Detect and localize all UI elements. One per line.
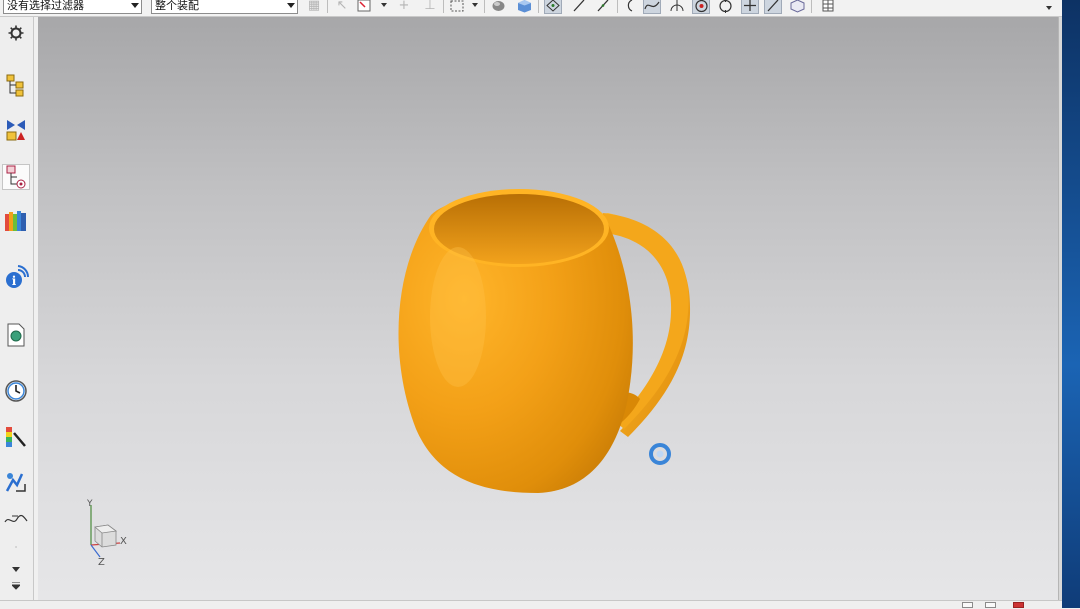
process-studio-icon[interactable] — [3, 469, 29, 495]
line-icon[interactable] — [594, 0, 612, 14]
circle-icon[interactable] — [716, 0, 734, 14]
arc-icon[interactable] — [621, 0, 639, 14]
normal-icon[interactable] — [668, 0, 686, 14]
toolbar-divider — [484, 0, 485, 13]
mug-model[interactable] — [38, 17, 1058, 600]
part-navigator-icon[interactable] — [2, 164, 30, 190]
chevron-down-icon — [131, 3, 139, 8]
plus-icon[interactable] — [741, 0, 759, 14]
status-icon[interactable] — [1013, 602, 1024, 608]
add-icon[interactable]: ⊥ — [421, 0, 439, 14]
toolbar-divider — [538, 0, 539, 13]
svg-text:i: i — [12, 274, 17, 288]
chevron-down-icon[interactable] — [472, 3, 478, 7]
axis-label-x: X — [120, 536, 127, 547]
resource-bar: i · — [0, 17, 34, 600]
axis-label-z: Z — [98, 557, 105, 568]
toolbar-divider — [327, 0, 328, 13]
desktop-background — [1062, 0, 1080, 608]
more-dots-icon: · — [14, 542, 18, 552]
toolbar-divider — [811, 0, 812, 13]
axis-label-y: Y — [87, 499, 93, 509]
top-toolbar: 没有选择过滤器 整个装配 ▦ ↖ + ⊥ — [0, 0, 1062, 17]
chevron-down-icon — [287, 3, 295, 8]
select-icon[interactable]: ↖ — [333, 0, 351, 14]
arrow-icon[interactable] — [355, 0, 373, 14]
center-point-icon[interactable] — [692, 0, 710, 14]
snap-point-icon[interactable] — [544, 0, 562, 14]
clock-icon[interactable] — [3, 378, 29, 404]
selection-scope-value: 整个装配 — [155, 0, 199, 12]
gear-icon[interactable] — [3, 20, 29, 46]
grid-icon[interactable] — [819, 0, 837, 14]
line-icon[interactable] — [570, 0, 588, 14]
chevron-down-icon[interactable] — [381, 3, 387, 7]
rectangle-select-icon[interactable] — [448, 0, 466, 14]
library-icon[interactable] — [3, 208, 29, 234]
snap-icon[interactable]: ▦ — [305, 0, 323, 14]
toolbar-overflow-chevron[interactable] — [1046, 6, 1052, 10]
slash-icon[interactable] — [764, 0, 782, 14]
toolbar-divider — [443, 0, 444, 13]
web-browser-icon[interactable] — [3, 322, 29, 348]
roles-icon[interactable] — [3, 511, 29, 529]
selection-filter-dropdown[interactable]: 没有选择过滤器 — [3, 0, 142, 14]
cube-view-icon[interactable] — [515, 0, 533, 14]
graphics-window[interactable]: Y X Z — [38, 17, 1058, 600]
constraint-navigator-icon[interactable] — [3, 117, 29, 143]
selection-scope-dropdown[interactable]: 整个装配 — [151, 0, 298, 14]
mug-highlight — [430, 247, 486, 387]
status-icon[interactable] — [962, 602, 973, 608]
layer-icon[interactable] — [788, 0, 806, 14]
info-icon[interactable]: i — [3, 265, 29, 291]
toolbar-divider — [617, 0, 618, 13]
palette-icon[interactable] — [3, 424, 29, 450]
shaded-view-icon[interactable] — [489, 0, 507, 14]
add-icon[interactable]: + — [395, 0, 413, 14]
assembly-navigator-icon[interactable] — [3, 73, 29, 99]
view-triad: Y X Z — [78, 499, 134, 574]
expand-down-icon[interactable] — [3, 581, 29, 591]
selection-filter-value: 没有选择过滤器 — [7, 0, 84, 12]
status-icon[interactable] — [985, 602, 996, 608]
chevron-down-icon[interactable] — [3, 565, 29, 575]
spline-icon[interactable] — [643, 0, 661, 14]
